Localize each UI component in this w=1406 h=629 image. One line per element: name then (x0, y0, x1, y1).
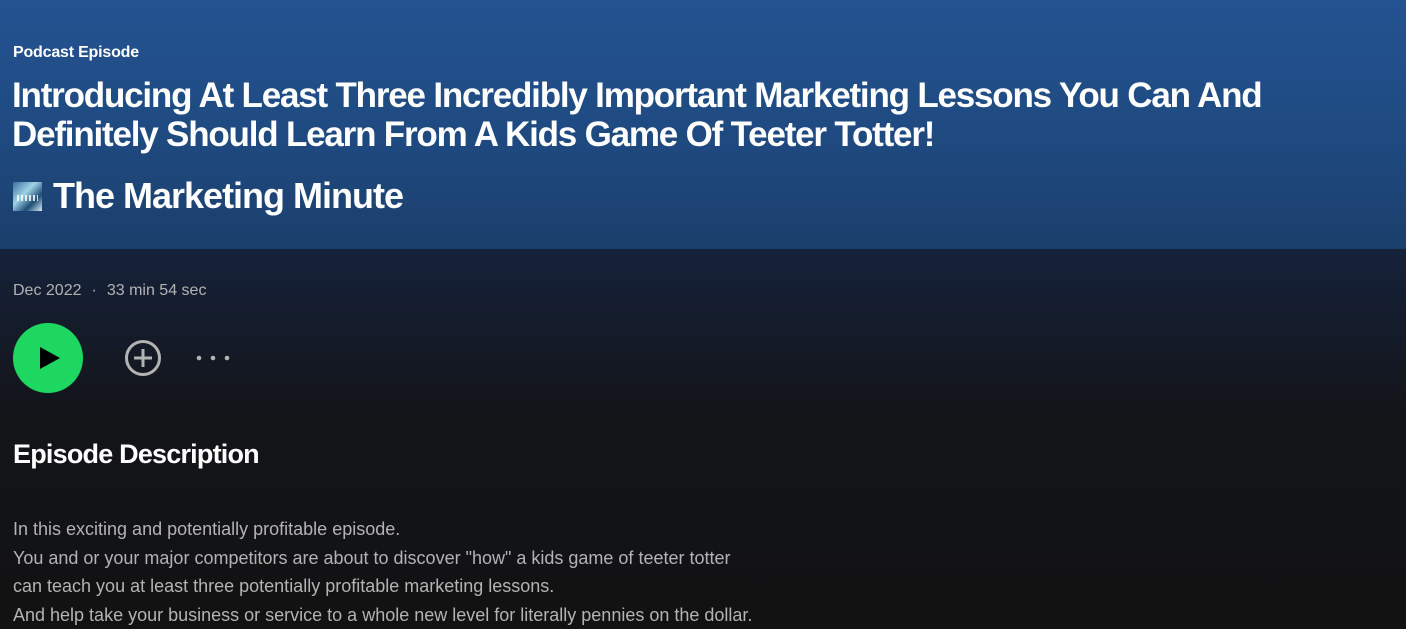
meta-separator: · (92, 282, 97, 300)
description-line: In this exciting and potentially profita… (13, 515, 1013, 544)
description-line: can teach you at least three potentially… (13, 572, 1013, 601)
release-date: Dec 2022 (13, 282, 82, 300)
more-options-button[interactable] (194, 346, 232, 370)
plus-circle-icon (124, 339, 162, 377)
add-to-library-button[interactable] (124, 339, 162, 377)
show-name[interactable]: The Marketing Minute (53, 175, 403, 217)
play-button[interactable] (13, 323, 83, 393)
show-link[interactable]: The Marketing Minute (13, 175, 403, 217)
more-dots-icon (194, 346, 232, 370)
description-line: You and or your major competitors are ab… (13, 544, 1013, 573)
episode-header: Podcast Episode Introducing At Least Thr… (0, 0, 1406, 249)
play-icon (39, 346, 61, 370)
episode-description: In this exciting and potentially profita… (13, 515, 1013, 629)
show-cover-image[interactable] (13, 182, 42, 211)
episode-title: Introducing At Least Three Incredibly Im… (12, 76, 1402, 154)
episode-type-label: Podcast Episode (13, 44, 139, 62)
description-line: And help take your business or service t… (13, 601, 1013, 629)
description-heading: Episode Description (13, 439, 259, 470)
episode-duration: 33 min 54 sec (107, 282, 207, 300)
episode-meta: Dec 2022 · 33 min 54 sec (13, 282, 206, 300)
